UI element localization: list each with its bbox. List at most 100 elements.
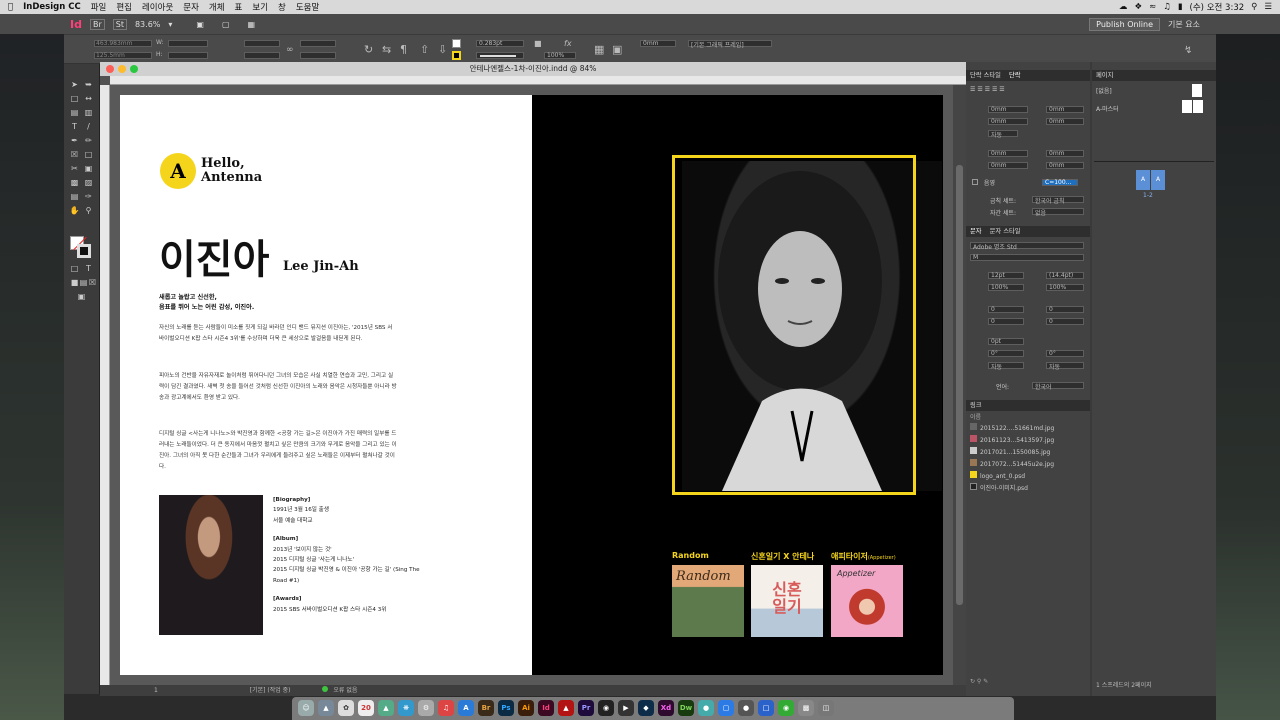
menubar-clock[interactable]: (수) 오전 3:32 bbox=[1190, 1, 1245, 13]
apple-icon[interactable]:  bbox=[8, 2, 13, 12]
finder-icon[interactable]: ☺ bbox=[298, 700, 314, 716]
screen-mode-tool-icon[interactable]: ▣ bbox=[76, 292, 87, 302]
vertical-scale-field[interactable]: 100% bbox=[988, 284, 1024, 291]
note-tool-icon[interactable]: ▤ bbox=[69, 192, 80, 202]
app-icon-photo[interactable]: □ bbox=[758, 700, 774, 716]
gradient-feather-tool-icon[interactable]: ▨ bbox=[83, 178, 94, 188]
left-indent-field[interactable]: 0mm bbox=[988, 106, 1028, 113]
chevron-down-icon[interactable]: ▾ bbox=[168, 20, 172, 29]
vertical-scrollbar[interactable] bbox=[953, 85, 966, 685]
album-cover-appetizer[interactable]: Appetizer bbox=[831, 565, 903, 637]
x-position-field[interactable]: 463.983mm bbox=[94, 40, 152, 47]
page-1-thumb[interactable]: A bbox=[1136, 170, 1150, 190]
fit-content-icon[interactable]: ▦ bbox=[594, 43, 604, 56]
grid-align-dropdown[interactable]: 자동 bbox=[988, 130, 1018, 139]
settings-icon[interactable]: ⚙ bbox=[418, 700, 434, 716]
free-transform-tool-icon[interactable]: ▣ bbox=[83, 164, 94, 174]
fit-frame-icon[interactable]: ▣ bbox=[612, 43, 622, 56]
screen-mode-icon[interactable]: ▢ bbox=[222, 20, 230, 29]
cinema-icon[interactable]: ◉ bbox=[598, 700, 614, 716]
height-field[interactable] bbox=[168, 52, 208, 59]
offset-field[interactable]: 0mm bbox=[640, 40, 676, 47]
link-item[interactable]: 2017072...51445u2e.jpg bbox=[970, 459, 1054, 469]
scale-x-field[interactable] bbox=[244, 40, 280, 47]
photos-icon[interactable]: ✿ bbox=[338, 700, 354, 716]
stroke-swatch[interactable] bbox=[452, 51, 461, 60]
dropcap-chars-field[interactable]: 0mm bbox=[1046, 162, 1084, 169]
shear-field[interactable] bbox=[300, 52, 336, 59]
drop-shadow-icon[interactable]: ■ bbox=[534, 39, 542, 48]
menu-help[interactable]: 도움말 bbox=[296, 1, 319, 13]
right-indent-field[interactable]: 0mm bbox=[1046, 106, 1084, 113]
menu-file[interactable]: 파일 bbox=[91, 1, 107, 13]
scale-y-field[interactable] bbox=[244, 52, 280, 59]
tab-paragraph[interactable]: 단락 bbox=[1009, 72, 1021, 79]
bridge-button[interactable]: Br bbox=[89, 18, 105, 30]
tab-links[interactable]: 링크 bbox=[970, 402, 982, 409]
link-item[interactable]: logo_ant_0.psd bbox=[970, 471, 1025, 481]
dropbox-icon[interactable]: ❖ bbox=[1134, 2, 1142, 12]
itunes-icon[interactable]: ♫ bbox=[438, 700, 454, 716]
tsume-field[interactable]: 0 bbox=[988, 318, 1024, 325]
right-page[interactable]: Random 신혼일기 X 안테나 애피타이저(Appetizer) Rando… bbox=[532, 95, 943, 675]
skew-field[interactable]: 0° bbox=[1046, 350, 1084, 357]
formatting-text-icon[interactable]: T bbox=[83, 264, 94, 274]
kinsoku-dropdown[interactable]: 한국어 금칙 bbox=[1032, 196, 1084, 205]
menu-view[interactable]: 보기 bbox=[252, 1, 268, 13]
effects-fx-icon[interactable]: fx bbox=[564, 39, 572, 48]
justify-icon[interactable]: ☰ bbox=[992, 86, 997, 93]
shading-checkbox[interactable] bbox=[972, 179, 978, 185]
acrobat-icon[interactable]: ▲ bbox=[558, 700, 574, 716]
stroke-weight-field[interactable]: 0.283pt bbox=[476, 40, 524, 47]
line-tool-icon[interactable]: / bbox=[83, 122, 94, 132]
app-icon-misc[interactable]: ▩ bbox=[798, 700, 814, 716]
close-window-button[interactable] bbox=[106, 65, 114, 73]
left-page[interactable]: A Hello, Antenna 이진아 Lee Jin-Ah 새롭고 놀랍고 … bbox=[120, 95, 532, 675]
a-master-thumb-left[interactable] bbox=[1182, 100, 1192, 113]
zoom-tool-icon[interactable]: ⚲ bbox=[83, 206, 94, 216]
space-before-field[interactable]: 0mm bbox=[988, 150, 1028, 157]
indesign-app-icon[interactable]: Id bbox=[538, 700, 554, 716]
gap-tool-icon[interactable]: ↔ bbox=[83, 94, 94, 104]
minimize-window-button[interactable] bbox=[118, 65, 126, 73]
vertical-ruler[interactable] bbox=[100, 85, 110, 685]
type-tool-icon[interactable]: T bbox=[69, 122, 80, 132]
dropcap-lines-field[interactable]: 0mm bbox=[988, 162, 1028, 169]
leading-field[interactable]: (14.4pt) bbox=[1046, 272, 1084, 279]
app-icon-grey[interactable]: ● bbox=[738, 700, 754, 716]
page-style-field[interactable]: [기본] (작업 중) bbox=[250, 687, 291, 694]
photoshop-app-icon[interactable]: Ps bbox=[498, 700, 514, 716]
zoom-window-button[interactable] bbox=[130, 65, 138, 73]
stroke-color-swatch[interactable] bbox=[77, 244, 91, 258]
page-tool-icon[interactable]: □ bbox=[69, 94, 80, 104]
tab-character-styles[interactable]: 문자 스타일 bbox=[990, 228, 1021, 235]
tracking-field[interactable]: 0 bbox=[1046, 306, 1084, 313]
trash-icon[interactable]: ◫ bbox=[818, 700, 834, 716]
flip-horizontal-icon[interactable]: ⇆ bbox=[382, 43, 391, 56]
cloud-icon[interactable]: ☁ bbox=[1119, 2, 1128, 12]
baseline-shift-field[interactable]: 0pt bbox=[988, 338, 1024, 345]
wifi-icon[interactable]: ≈ bbox=[1149, 2, 1156, 12]
tab-pages[interactable]: 페이지 bbox=[1096, 72, 1113, 79]
tab-character[interactable]: 문자 bbox=[970, 228, 982, 235]
app-icon-box[interactable]: ▢ bbox=[718, 700, 734, 716]
link-item[interactable]: 2015122....51661md.jpg bbox=[970, 423, 1054, 433]
constrain-icon[interactable]: ∞ bbox=[286, 45, 294, 55]
kerning-field[interactable]: 0 bbox=[988, 306, 1024, 313]
view-options-icon[interactable]: ▣ bbox=[196, 20, 204, 29]
search-icon[interactable]: ⚲ bbox=[1251, 2, 1257, 12]
page-2-thumb[interactable]: A bbox=[1151, 170, 1165, 190]
apply-none-icon[interactable]: ☒ bbox=[87, 278, 98, 288]
font-size-field[interactable]: 12pt bbox=[988, 272, 1024, 279]
hand-tool-icon[interactable]: ✋ bbox=[69, 206, 80, 216]
link-item[interactable]: 2017021...1550085.jpg bbox=[970, 447, 1050, 457]
xd-app-icon[interactable]: Xd bbox=[658, 700, 674, 716]
aki-field[interactable]: 0 bbox=[1046, 318, 1084, 325]
rotate-field[interactable] bbox=[300, 40, 336, 47]
align-center-icon[interactable]: ☰ bbox=[977, 86, 982, 93]
link-item[interactable]: 20161123...5413597.jpg bbox=[970, 435, 1054, 445]
character-rotation-field[interactable]: 0° bbox=[988, 350, 1024, 357]
rectangle-frame-tool-icon[interactable]: ☒ bbox=[69, 150, 80, 160]
align-left-icon[interactable]: ☰ bbox=[970, 86, 975, 93]
menu-table[interactable]: 표 bbox=[235, 1, 243, 13]
